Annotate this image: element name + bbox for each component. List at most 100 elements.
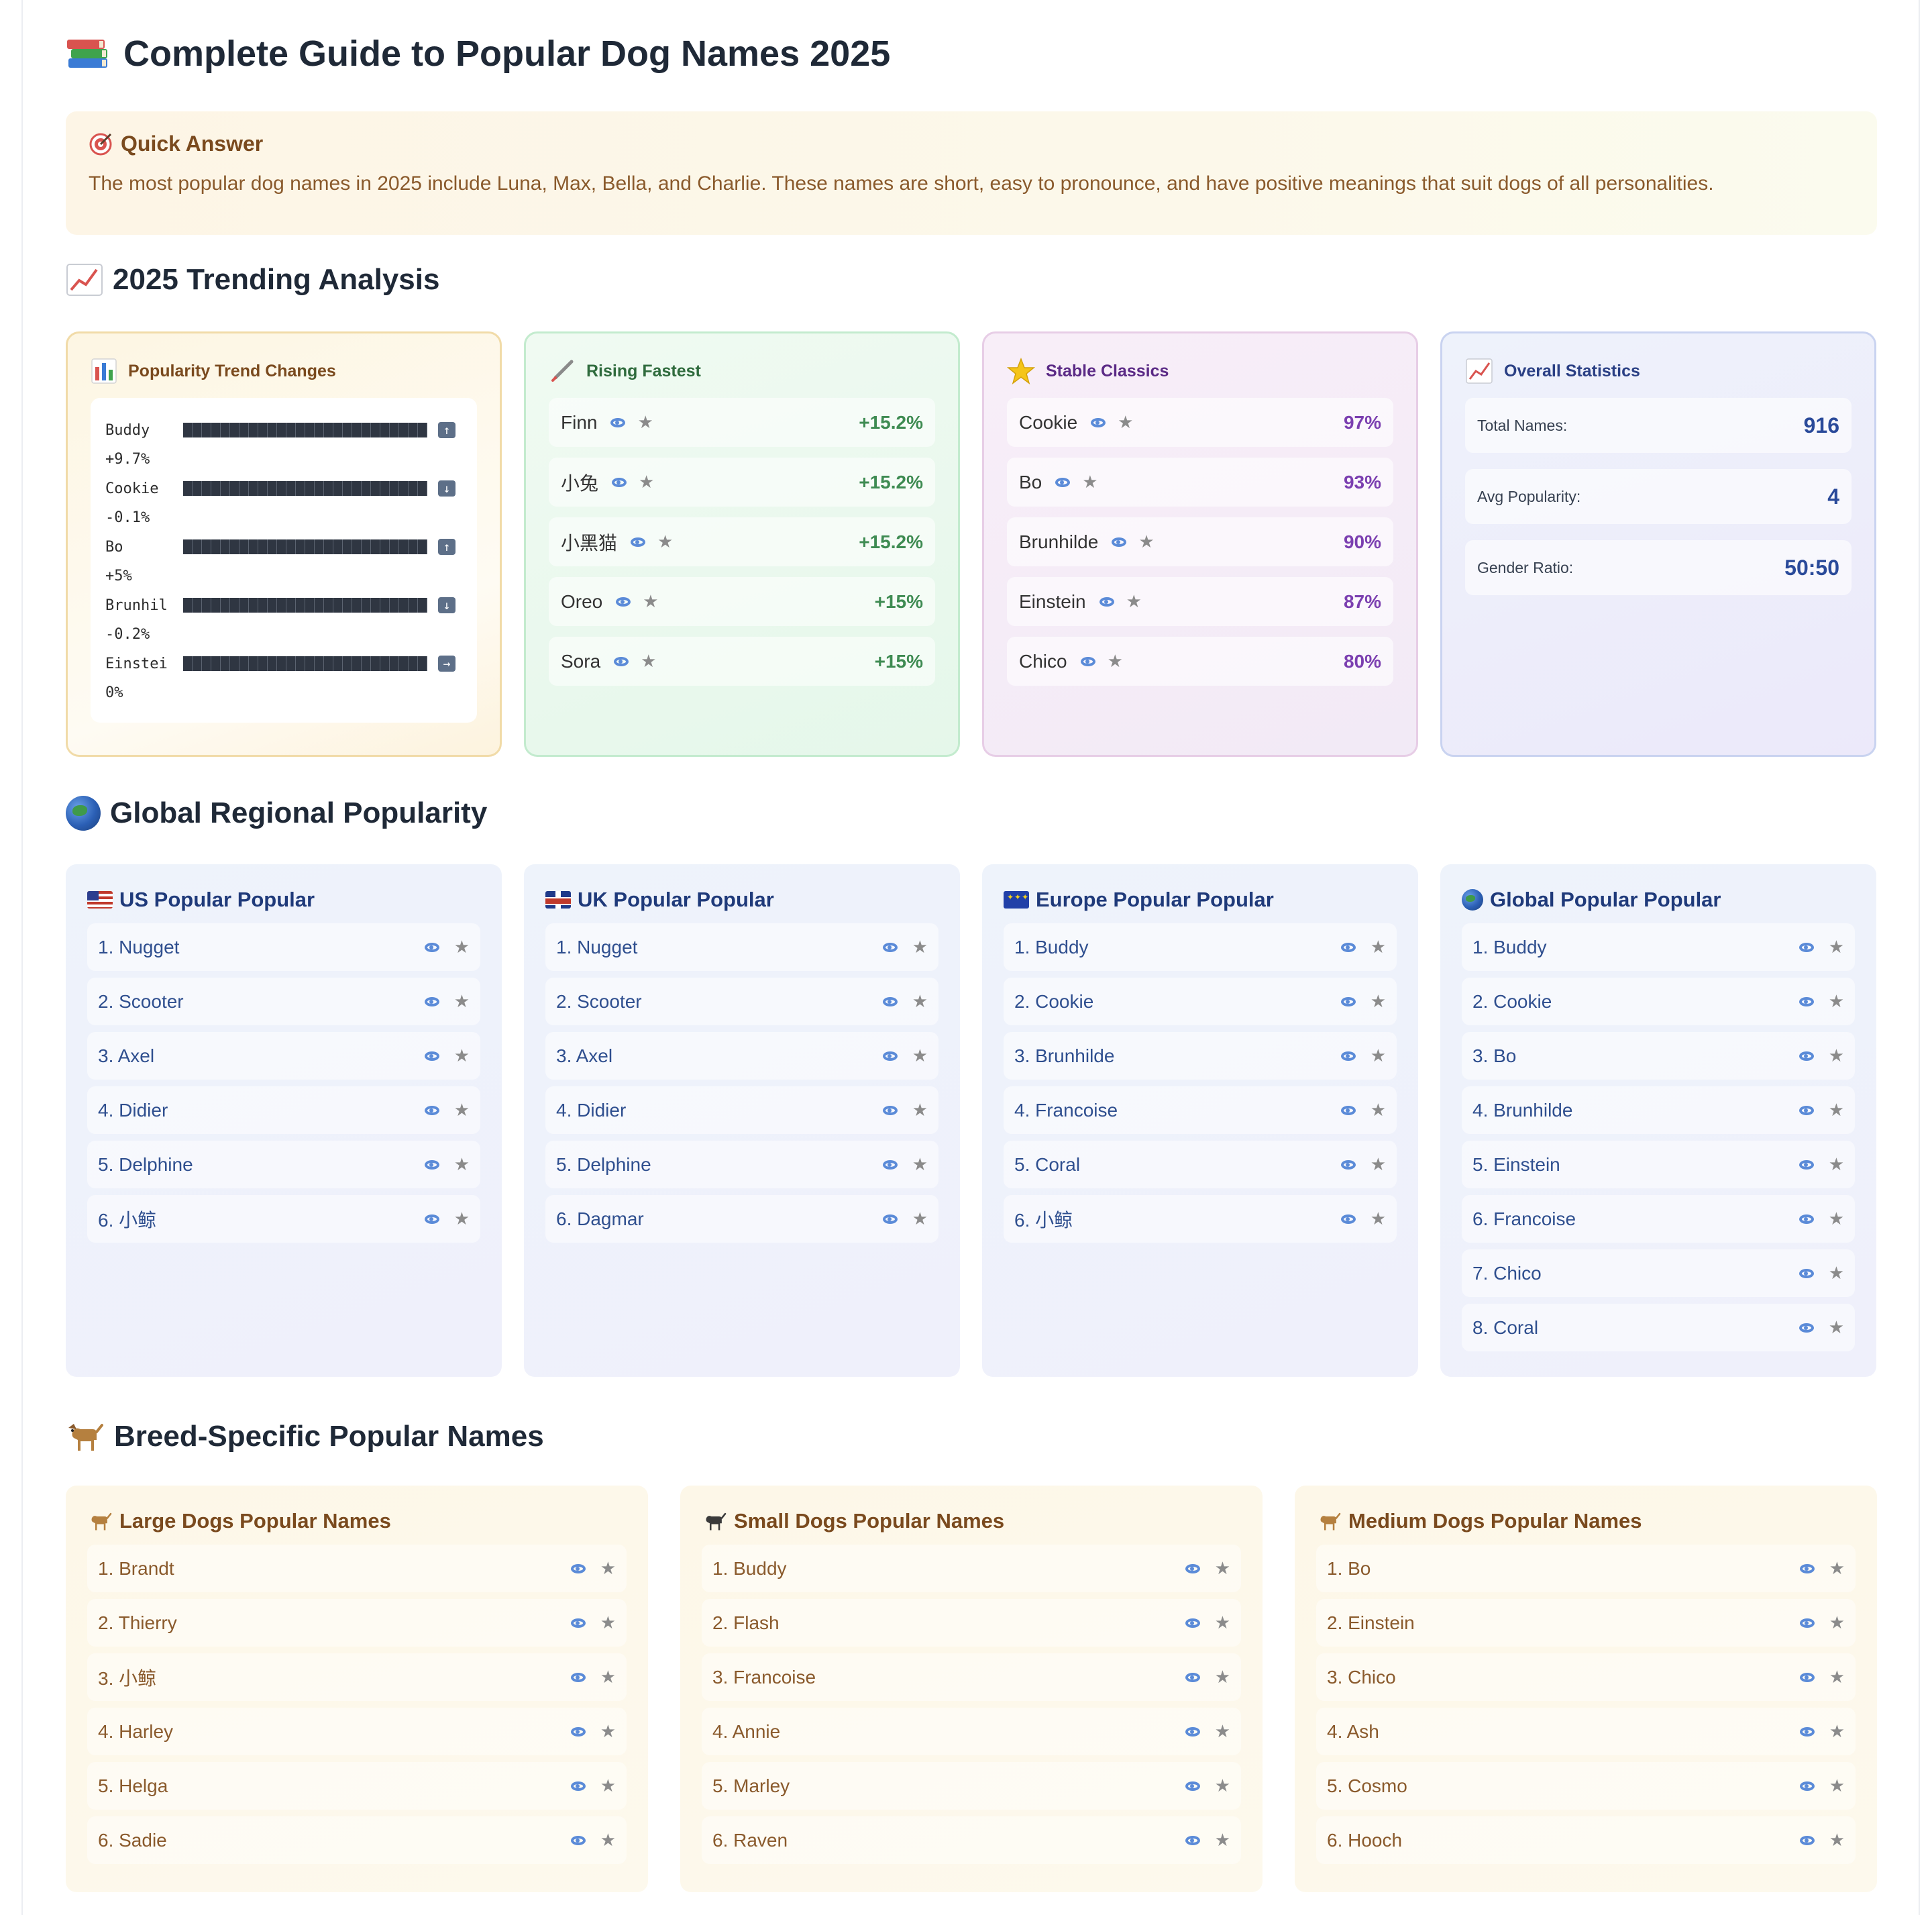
star-icon[interactable]: ★ — [643, 591, 658, 612]
eye-icon[interactable] — [1340, 1159, 1356, 1170]
eye-icon[interactable] — [1340, 1214, 1356, 1224]
star-icon[interactable]: ★ — [657, 531, 673, 552]
eye-icon[interactable] — [612, 477, 627, 487]
list-item[interactable]: 3. Axel ★ — [545, 1032, 938, 1080]
star-icon[interactable]: ★ — [454, 1208, 470, 1229]
list-item[interactable]: 2. Scooter ★ — [545, 978, 938, 1025]
eye-icon[interactable] — [882, 996, 898, 1006]
eye-icon[interactable] — [1799, 1563, 1815, 1573]
star-icon[interactable]: ★ — [454, 1045, 470, 1066]
eye-icon[interactable] — [1099, 597, 1114, 607]
star-icon[interactable]: ★ — [454, 937, 470, 957]
list-item[interactable]: 6. Raven ★ — [702, 1816, 1241, 1864]
list-item[interactable]: Finn ★ +15.2% — [549, 398, 935, 447]
list-item[interactable]: 5. Delphine ★ — [545, 1141, 938, 1188]
star-icon[interactable]: ★ — [637, 412, 653, 433]
eye-icon[interactable] — [1799, 1105, 1814, 1115]
eye-icon[interactable] — [570, 1835, 586, 1845]
eye-icon[interactable] — [882, 1214, 898, 1224]
list-item[interactable]: 3. Bo ★ — [1462, 1032, 1855, 1080]
eye-icon[interactable] — [882, 1051, 898, 1061]
list-item[interactable]: 5. Einstein ★ — [1462, 1141, 1855, 1188]
eye-icon[interactable] — [1799, 942, 1814, 952]
list-item[interactable]: 2. Einstein ★ — [1316, 1599, 1856, 1647]
eye-icon[interactable] — [424, 1105, 439, 1115]
eye-icon[interactable] — [570, 1781, 586, 1791]
star-icon[interactable]: ★ — [1108, 651, 1123, 672]
star-icon[interactable]: ★ — [1829, 1667, 1845, 1688]
eye-icon[interactable] — [1799, 1051, 1814, 1061]
star-icon[interactable]: ★ — [600, 1775, 616, 1796]
star-icon[interactable]: ★ — [454, 1100, 470, 1121]
star-icon[interactable]: ★ — [912, 1208, 928, 1229]
eye-icon[interactable] — [616, 597, 631, 607]
star-icon[interactable]: ★ — [1118, 412, 1133, 433]
list-item[interactable]: 3. Brunhilde ★ — [1004, 1032, 1397, 1080]
star-icon[interactable]: ★ — [641, 651, 656, 672]
star-icon[interactable]: ★ — [600, 1830, 616, 1851]
star-icon[interactable]: ★ — [1371, 1208, 1386, 1229]
star-icon[interactable]: ★ — [1126, 591, 1142, 612]
star-icon[interactable]: ★ — [1371, 1154, 1386, 1175]
list-item[interactable]: Sora ★ +15% — [549, 637, 935, 686]
list-item[interactable]: 3. Chico ★ — [1316, 1653, 1856, 1701]
star-icon[interactable]: ★ — [600, 1612, 616, 1633]
star-icon[interactable]: ★ — [912, 1154, 928, 1175]
star-icon[interactable]: ★ — [1829, 1208, 1844, 1229]
eye-icon[interactable] — [1799, 996, 1814, 1006]
star-icon[interactable]: ★ — [600, 1721, 616, 1742]
star-icon[interactable]: ★ — [1829, 1100, 1844, 1121]
star-icon[interactable]: ★ — [912, 937, 928, 957]
list-item[interactable]: 6. Sadie ★ — [87, 1816, 627, 1864]
eye-icon[interactable] — [614, 656, 629, 666]
list-item[interactable]: 小兔 ★ +15.2% — [549, 458, 935, 507]
star-icon[interactable]: ★ — [1215, 1612, 1230, 1633]
star-icon[interactable]: ★ — [912, 1100, 928, 1121]
star-icon[interactable]: ★ — [1215, 1775, 1230, 1796]
eye-icon[interactable] — [1112, 537, 1127, 547]
list-item[interactable]: 3. 小鲸 ★ — [87, 1653, 627, 1701]
list-item[interactable]: 6. Francoise ★ — [1462, 1195, 1855, 1243]
eye-icon[interactable] — [1799, 1214, 1814, 1224]
star-icon[interactable]: ★ — [1138, 531, 1154, 552]
list-item[interactable]: 2. Flash ★ — [702, 1599, 1241, 1647]
eye-icon[interactable] — [1185, 1672, 1200, 1682]
list-item[interactable]: Cookie ★ 97% — [1007, 398, 1393, 447]
eye-icon[interactable] — [424, 1214, 439, 1224]
eye-icon[interactable] — [882, 942, 898, 952]
star-icon[interactable]: ★ — [912, 991, 928, 1012]
star-icon[interactable]: ★ — [1829, 991, 1844, 1012]
list-item[interactable]: 2. Cookie ★ — [1004, 978, 1397, 1025]
list-item[interactable]: 6. 小鲸 ★ — [87, 1195, 480, 1243]
eye-icon[interactable] — [610, 417, 626, 427]
list-item[interactable]: 5. Delphine ★ — [87, 1141, 480, 1188]
list-item[interactable]: 1. Nugget ★ — [87, 923, 480, 971]
list-item[interactable]: 1. Brandt ★ — [87, 1545, 627, 1592]
list-item[interactable]: 5. Coral ★ — [1004, 1141, 1397, 1188]
eye-icon[interactable] — [1185, 1726, 1200, 1737]
star-icon[interactable]: ★ — [1829, 937, 1844, 957]
list-item[interactable]: 4. Harley ★ — [87, 1708, 627, 1755]
eye-icon[interactable] — [631, 537, 646, 547]
list-item[interactable]: 1. Bo ★ — [1316, 1545, 1856, 1592]
list-item[interactable]: 1. Nugget ★ — [545, 923, 938, 971]
star-icon[interactable]: ★ — [1829, 1263, 1844, 1284]
list-item[interactable]: 8. Coral ★ — [1462, 1304, 1855, 1351]
list-item[interactable]: 4. Francoise ★ — [1004, 1086, 1397, 1134]
eye-icon[interactable] — [1340, 1051, 1356, 1061]
star-icon[interactable]: ★ — [1829, 1317, 1844, 1338]
eye-icon[interactable] — [570, 1563, 586, 1573]
eye-icon[interactable] — [1185, 1835, 1200, 1845]
list-item[interactable]: Einstein ★ 87% — [1007, 577, 1393, 626]
eye-icon[interactable] — [570, 1672, 586, 1682]
list-item[interactable]: 5. Helga ★ — [87, 1762, 627, 1810]
eye-icon[interactable] — [1799, 1159, 1814, 1170]
star-icon[interactable]: ★ — [1829, 1558, 1845, 1579]
star-icon[interactable]: ★ — [912, 1045, 928, 1066]
list-item[interactable]: Oreo ★ +15% — [549, 577, 935, 626]
list-item[interactable]: 4. Annie ★ — [702, 1708, 1241, 1755]
star-icon[interactable]: ★ — [600, 1667, 616, 1688]
list-item[interactable]: 2. Scooter ★ — [87, 978, 480, 1025]
star-icon[interactable]: ★ — [1829, 1721, 1845, 1742]
list-item[interactable]: 1. Buddy ★ — [1004, 923, 1397, 971]
